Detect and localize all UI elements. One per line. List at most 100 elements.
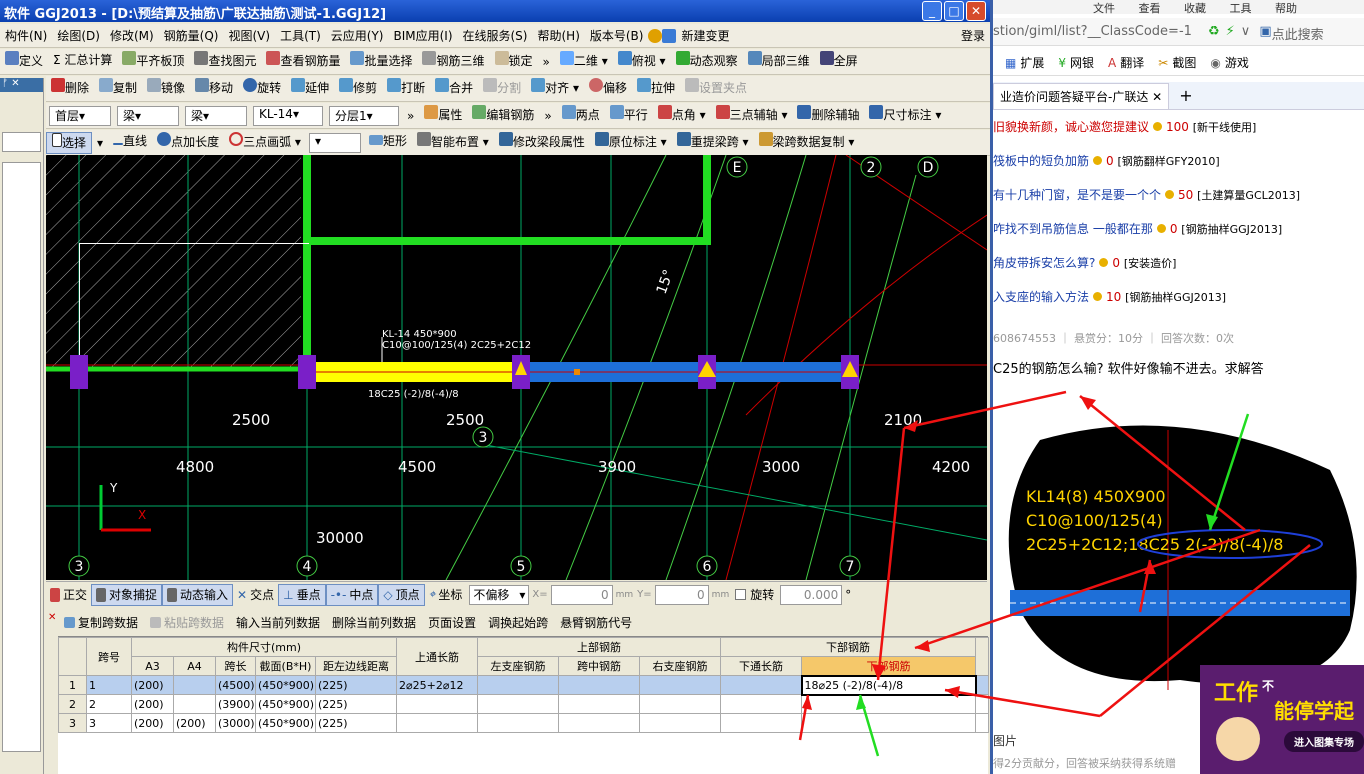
- midpoint-grip[interactable]: [574, 369, 580, 375]
- browser-menu-item[interactable]: 工具: [1230, 2, 1252, 15]
- vertex-toggle[interactable]: ◇ 顶点: [378, 583, 425, 606]
- split-button[interactable]: 分割: [478, 77, 526, 100]
- cell-a3[interactable]: (200): [131, 713, 174, 733]
- view-rebar-button[interactable]: 查看钢筋量: [261, 50, 345, 73]
- cell-left-support[interactable]: [477, 675, 560, 695]
- cell-length[interactable]: (4500): [215, 675, 256, 695]
- copy-span-button[interactable]: 复制跨数据: [58, 611, 144, 633]
- cell-a4[interactable]: [173, 694, 216, 714]
- delete-column-button[interactable]: 删除当前列数据: [326, 611, 422, 633]
- perpendicular-toggle[interactable]: ⊥ 垂点: [278, 583, 326, 606]
- menu-item[interactable]: 版本号(B): [585, 27, 649, 44]
- question-title[interactable]: 筏板中的短负加筋: [993, 154, 1089, 168]
- overflow-chevron-icon[interactable]: »: [402, 109, 419, 123]
- offset-button[interactable]: 偏移: [584, 77, 632, 100]
- table-row[interactable]: 1 1 (200) (4500) (450*900) (225) 2⌀25+2⌀…: [58, 674, 990, 696]
- browser-menu-item[interactable]: 文件: [1093, 2, 1115, 15]
- screenshot-button[interactable]: 截图: [1172, 54, 1196, 71]
- flush-slab-button[interactable]: 平齐板顶: [117, 50, 189, 73]
- floor-select[interactable]: 首层▾: [49, 105, 111, 126]
- tab-close-icon[interactable]: ✕: [1152, 90, 1162, 104]
- rotate-checkbox[interactable]: [735, 589, 747, 600]
- summary-calc-button[interactable]: Σ 汇总计算: [48, 51, 117, 73]
- menu-item[interactable]: BIM应用(I): [388, 27, 457, 44]
- list-item[interactable]: 筏板中的短负加筋 0 [钢筋翻样GFY2010]: [993, 152, 1364, 186]
- cell-right-support[interactable]: [639, 694, 722, 714]
- define-button[interactable]: 定义: [0, 50, 48, 73]
- cell-mid-span[interactable]: [558, 713, 641, 733]
- dimension-button[interactable]: 尺寸标注 ▾: [864, 104, 946, 127]
- cell-a4[interactable]: [173, 675, 216, 695]
- fullscreen-button[interactable]: 全屏: [815, 50, 863, 73]
- delete-button[interactable]: 删除: [46, 77, 94, 100]
- panel-close-icon[interactable]: ✕: [11, 78, 19, 89]
- local-3d-button[interactable]: 局部三维: [743, 50, 815, 73]
- extensions-button[interactable]: 扩展: [1020, 54, 1044, 71]
- stretch-button[interactable]: 拉伸: [632, 77, 680, 100]
- cell-a3[interactable]: (200): [131, 675, 174, 695]
- list-item[interactable]: 角皮带拆安怎么算? 0 [安装造价]: [993, 254, 1364, 288]
- question-tag[interactable]: [新干线使用]: [1193, 121, 1257, 134]
- view-2d-button[interactable]: 二维 ▾: [555, 50, 613, 73]
- question-tag[interactable]: [安装造价]: [1124, 257, 1177, 270]
- question-tag[interactable]: [钢筋抽样GGJ2013]: [1125, 291, 1226, 304]
- top-view-button[interactable]: 俯视 ▾: [613, 50, 671, 73]
- chevron-down-icon[interactable]: ▾: [92, 136, 108, 150]
- swap-start-span-button[interactable]: 调换起始跨: [482, 611, 554, 633]
- cell-bottom-rebar[interactable]: [801, 694, 977, 714]
- question-tag[interactable]: [土建算量GCL2013]: [1197, 189, 1300, 202]
- url-text[interactable]: stion/giml/list?__ClassCode=-1: [993, 24, 1205, 45]
- rotate-input[interactable]: 0.000: [780, 584, 843, 605]
- cell-left-support[interactable]: [477, 713, 560, 733]
- point-angle-button[interactable]: 点角 ▾: [653, 104, 711, 127]
- question-title[interactable]: 入支座的输入方法: [993, 290, 1089, 304]
- line-tool-button[interactable]: 直线: [108, 132, 152, 154]
- ad-enter-button[interactable]: 进入图集专场: [1284, 731, 1364, 752]
- drawing-canvas[interactable]: KL-14 450*900 C10@100/125(4) 2C25+2C12 1…: [46, 155, 987, 580]
- smart-layout-button[interactable]: 智能布置 ▾: [412, 131, 494, 154]
- offset-mode-select[interactable]: 不偏移 ▾: [469, 584, 530, 605]
- member-select[interactable]: KL-14▾: [253, 105, 323, 126]
- cell-a3[interactable]: (200): [131, 694, 174, 714]
- question-title[interactable]: 咋找不到吊筋信息 一般都在那: [993, 222, 1153, 236]
- bank-button[interactable]: 网银: [1070, 54, 1094, 71]
- close-button[interactable]: ✕: [966, 1, 986, 21]
- batch-select-button[interactable]: 批量选择: [345, 50, 417, 73]
- browser-menu-item[interactable]: 查看: [1139, 2, 1161, 15]
- trim-button[interactable]: 修剪: [334, 77, 382, 100]
- menu-item[interactable]: 新建变更: [676, 27, 734, 44]
- address-bar[interactable]: stion/giml/list?__ClassCode=-1 ♻ ⚡ ∨ ▣ 点…: [993, 18, 1364, 46]
- games-button[interactable]: 游戏: [1225, 54, 1249, 71]
- table-row[interactable]: 3 3 (200) (200) (3000) (450*900) (225): [58, 713, 990, 733]
- rotate-button[interactable]: 旋转: [238, 77, 286, 100]
- new-tab-button[interactable]: +: [1179, 86, 1192, 105]
- table-row[interactable]: 2 2 (200) (3900) (450*900) (225): [58, 694, 990, 714]
- ortho-toggle[interactable]: 正交: [46, 584, 91, 606]
- question-tag[interactable]: [钢筋翻样GFY2010]: [1117, 155, 1219, 168]
- object-snap-toggle[interactable]: 对象捕捉: [91, 583, 163, 606]
- arc-option-select[interactable]: ▾: [308, 132, 361, 153]
- question-title[interactable]: 有十几种门窗，是不是要一个个: [993, 188, 1161, 202]
- cell-top-through[interactable]: [396, 694, 479, 714]
- cell-span[interactable]: 3: [86, 713, 132, 733]
- question-tag[interactable]: [钢筋抽样GGJ2013]: [1181, 223, 1282, 236]
- dynamic-input-toggle[interactable]: 动态输入: [162, 583, 234, 606]
- input-column-button[interactable]: 输入当前列数据: [230, 611, 326, 633]
- cell-a4[interactable]: (200): [173, 713, 216, 733]
- point-length-button[interactable]: 点加长度: [152, 131, 224, 154]
- edit-rebar-button[interactable]: 编辑钢筋: [467, 104, 539, 127]
- overflow-chevron-icon[interactable]: »: [539, 109, 556, 123]
- cell-bottom-through[interactable]: [720, 675, 803, 695]
- panel-tree[interactable]: [2, 162, 41, 752]
- rebar-3d-button[interactable]: 钢筋三维: [417, 50, 489, 73]
- cell-distance[interactable]: (225): [314, 694, 398, 714]
- in-situ-mark-button[interactable]: 原位标注 ▾: [590, 131, 672, 154]
- lightning-icon[interactable]: ⚡: [1226, 24, 1235, 45]
- three-point-axis-button[interactable]: 三点辅轴 ▾: [711, 104, 793, 127]
- span-copy-button[interactable]: 梁跨数据复制 ▾: [754, 131, 860, 154]
- cell-length[interactable]: (3900): [215, 694, 256, 714]
- rectangle-tool-button[interactable]: 矩形: [364, 132, 412, 154]
- parallel-button[interactable]: 平行: [605, 104, 653, 127]
- cell-mid-span[interactable]: [558, 675, 641, 695]
- cell-distance[interactable]: (225): [314, 713, 398, 733]
